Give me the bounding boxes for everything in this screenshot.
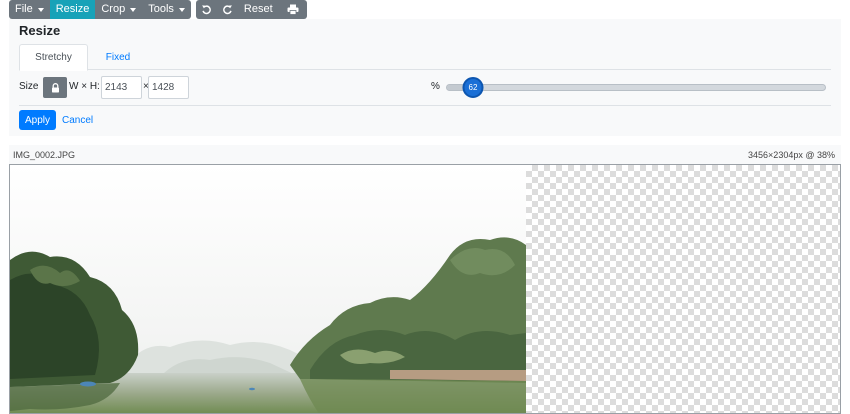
resize-menu-button[interactable]: Resize <box>49 0 96 19</box>
image-filename: IMG_0002.JPG <box>13 150 76 160</box>
lock-icon <box>51 82 59 92</box>
height-input[interactable] <box>148 76 189 99</box>
percent-label: % <box>431 81 440 92</box>
crop-menu-label: Crop <box>101 3 126 15</box>
undo-icon <box>201 5 211 15</box>
reset-label: Reset <box>243 3 273 15</box>
print-button[interactable] <box>278 0 307 19</box>
file-menu-label: File <box>15 3 33 15</box>
tools-menu-button[interactable]: Tools <box>142 0 191 19</box>
resize-menu-label: Resize <box>55 3 90 15</box>
aspect-lock-button[interactable] <box>43 77 67 98</box>
size-row: Size W × H: × % 62 <box>19 76 831 100</box>
slider-thumb[interactable]: 62 <box>462 77 484 98</box>
redo-button[interactable] <box>216 0 238 19</box>
caret-down-icon <box>178 7 185 12</box>
size-label: Size <box>19 81 39 92</box>
file-menu-button[interactable]: File <box>9 0 50 19</box>
transparent-area <box>526 165 840 413</box>
reset-button[interactable]: Reset <box>237 0 279 19</box>
undo-button[interactable] <box>195 0 217 19</box>
image-info-bar: IMG_0002.JPG 3456×2304px @ 38% <box>9 145 841 164</box>
width-input[interactable] <box>101 76 142 99</box>
caret-down-icon <box>37 7 44 12</box>
tools-menu-label: Tools <box>148 3 174 15</box>
print-icon <box>287 4 299 15</box>
cancel-link[interactable]: Cancel <box>62 115 93 126</box>
crop-menu-button[interactable]: Crop <box>95 0 143 19</box>
scale-slider[interactable]: 62 <box>446 77 826 98</box>
caret-down-icon <box>130 7 137 12</box>
tab-stretchy[interactable]: Stretchy <box>19 44 88 71</box>
apply-button[interactable]: Apply <box>19 110 56 130</box>
tab-fixed[interactable]: Fixed <box>94 44 142 70</box>
divider <box>19 105 831 106</box>
resize-mode-tabs: Stretchy Fixed <box>19 44 831 71</box>
main-menu-group: File Resize Crop Tools <box>9 0 191 19</box>
resize-panel: Resize Stretchy Fixed Size W × H: × % 62… <box>9 19 841 136</box>
width-height-label: W × H: <box>69 81 100 92</box>
image-canvas[interactable] <box>9 164 841 414</box>
redo-icon <box>223 5 232 15</box>
panel-title: Resize <box>19 23 61 38</box>
history-group: Reset <box>195 0 307 19</box>
image-preview[interactable] <box>10 165 526 414</box>
toolbar: File Resize Crop Tools Reset <box>9 0 312 19</box>
image-dimensions: 3456×2304px @ 38% <box>748 150 835 160</box>
